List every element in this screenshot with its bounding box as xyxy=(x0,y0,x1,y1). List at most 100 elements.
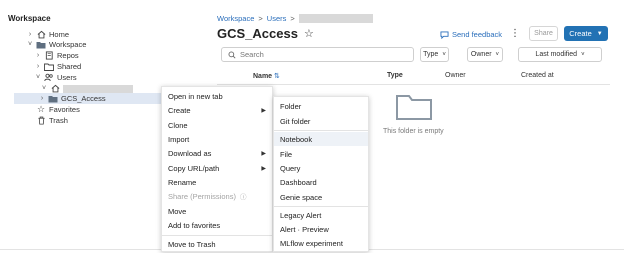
favorite-star-icon[interactable]: ☆ xyxy=(304,27,314,40)
sidebar-item-favorites[interactable]: ☆ Favorites xyxy=(26,104,80,115)
chevron-down-icon: ˅ xyxy=(442,51,446,58)
sidebar-item-label: Workspace xyxy=(49,40,87,49)
create-button[interactable]: Create ▼ xyxy=(564,26,608,41)
menu-item-share-permissions: Share (Permissions) ⓘ xyxy=(168,191,247,202)
sidebar-item-shared[interactable]: › Shared xyxy=(34,61,81,72)
submenu-item-genie-space[interactable]: Genie space xyxy=(274,190,368,204)
submenu-item-alert-preview[interactable]: Alert · Preview xyxy=(274,222,368,236)
menu-item-open-new-tab[interactable]: Open in new tab xyxy=(162,89,272,103)
send-feedback-label: Send feedback xyxy=(452,30,503,39)
empty-folder-message: This folder is empty xyxy=(383,128,444,135)
sidebar-title: Workspace xyxy=(8,14,51,23)
submenu-item-file[interactable]: File xyxy=(274,147,368,161)
chevron-down-icon: ˅ xyxy=(581,51,585,58)
chevron-right-icon[interactable]: › xyxy=(26,31,34,38)
column-header-created-at: Created at xyxy=(521,72,554,79)
context-menu: Open in new tab Create ▶ Clone Import Dow… xyxy=(161,86,273,252)
table-header-divider xyxy=(217,84,610,85)
create-submenu: Folder Git folder Notebook File Query Da… xyxy=(273,96,369,252)
folder-icon xyxy=(36,40,46,49)
menu-item-import[interactable]: Import xyxy=(162,132,272,146)
menu-divider xyxy=(274,130,368,131)
kebab-menu-icon[interactable]: ⋮ xyxy=(510,28,520,39)
menu-item-create[interactable]: Create ▶ xyxy=(162,103,272,117)
menu-item-move[interactable]: Move xyxy=(162,204,272,218)
breadcrumb-separator: > xyxy=(258,14,263,23)
chevron-right-icon[interactable]: › xyxy=(34,63,42,70)
sidebar-item-label: Favorites xyxy=(49,105,80,114)
menu-divider xyxy=(274,206,368,207)
chat-bubble-icon xyxy=(440,30,449,39)
breadcrumb-redacted-user[interactable] xyxy=(298,14,373,23)
chevron-right-icon[interactable]: › xyxy=(38,95,46,102)
sort-icon: ⇅ xyxy=(274,73,280,80)
users-icon xyxy=(44,73,54,82)
sidebar-item-repos[interactable]: › Repos xyxy=(34,50,79,61)
column-header-owner: Owner xyxy=(445,72,466,79)
chevron-right-icon[interactable]: › xyxy=(34,52,42,59)
sidebar-item-label: Users xyxy=(57,73,77,82)
breadcrumb-users[interactable]: Users xyxy=(267,14,287,23)
redacted-username xyxy=(63,84,133,93)
info-icon: ⓘ xyxy=(239,194,247,201)
column-header-name[interactable]: Name ⇅ xyxy=(253,72,280,80)
sidebar-item-label: Home xyxy=(49,30,70,39)
type-filter-label: Type xyxy=(423,51,439,58)
create-button-label: Create xyxy=(569,29,592,38)
send-feedback-link[interactable]: Send feedback xyxy=(440,30,502,39)
chevron-down-icon[interactable]: ˅ xyxy=(34,74,42,81)
submenu-item-git-folder[interactable]: Git folder xyxy=(274,114,368,128)
menu-item-move-to-trash[interactable]: Move to Trash xyxy=(162,237,272,251)
submenu-item-folder[interactable]: Folder xyxy=(274,99,368,113)
share-button[interactable]: Share xyxy=(529,26,558,41)
star-icon: ☆ xyxy=(36,104,46,114)
page-title: GCS_Access ☆ xyxy=(217,26,314,41)
column-header-type: Type xyxy=(387,72,403,79)
breadcrumb-workspace[interactable]: Workspace xyxy=(217,14,254,23)
repo-icon xyxy=(44,51,54,60)
chevron-down-icon: ˅ xyxy=(495,51,500,58)
sort-dropdown[interactable]: Last modified ˅ xyxy=(518,47,602,62)
type-filter-dropdown[interactable]: Type ˅ xyxy=(420,47,449,62)
sidebar-item-workspace[interactable]: ˅ Workspace xyxy=(26,39,86,50)
folder-icon xyxy=(48,94,58,103)
sidebar-item-trash[interactable]: Trash xyxy=(26,115,68,126)
submenu-item-dashboard[interactable]: Dashboard xyxy=(274,175,368,189)
submenu-item-legacy-alert[interactable]: Legacy Alert xyxy=(274,208,368,222)
search-input[interactable]: Search xyxy=(221,47,414,62)
chevron-right-icon: ▶ xyxy=(261,165,266,172)
search-placeholder: Search xyxy=(240,50,264,59)
shared-folder-icon xyxy=(44,62,54,71)
user-home-icon xyxy=(50,84,60,93)
search-icon xyxy=(228,51,236,59)
sidebar-item-label: Shared xyxy=(57,62,82,71)
sidebar-item-label: GCS_Access xyxy=(61,94,106,103)
menu-item-rename[interactable]: Rename xyxy=(162,175,272,189)
breadcrumb-separator: > xyxy=(290,14,295,23)
empty-folder-icon xyxy=(396,95,432,120)
submenu-item-mlflow-experiment[interactable]: MLflow experiment xyxy=(274,236,368,250)
chevron-down-icon[interactable]: ˅ xyxy=(26,41,34,48)
menu-item-download-as[interactable]: Download as ▶ xyxy=(162,146,272,160)
sort-label: Last modified xyxy=(535,51,578,58)
trash-icon xyxy=(36,116,46,125)
menu-item-add-to-favorites[interactable]: Add to favorites xyxy=(162,218,272,232)
submenu-item-query[interactable]: Query xyxy=(274,161,368,175)
menu-item-copy-url-path[interactable]: Copy URL/path ▶ xyxy=(162,161,272,175)
chevron-down-icon: ▼ xyxy=(596,30,603,37)
chevron-down-icon[interactable]: ˅ xyxy=(40,85,48,92)
sidebar-item-users[interactable]: ˅ Users xyxy=(34,72,77,83)
home-icon xyxy=(36,30,46,39)
breadcrumb: Workspace > Users > xyxy=(217,14,373,23)
menu-item-clone[interactable]: Clone xyxy=(162,118,272,132)
owner-filter-dropdown[interactable]: Owner ˅ xyxy=(467,47,503,62)
page-title-text: GCS_Access xyxy=(217,26,298,41)
submenu-item-notebook[interactable]: Notebook xyxy=(274,132,368,146)
sidebar-item-label: Repos xyxy=(57,51,79,60)
chevron-right-icon: ▶ xyxy=(261,107,266,114)
menu-divider xyxy=(162,235,272,236)
share-button-label: Share xyxy=(534,30,553,37)
owner-filter-label: Owner xyxy=(470,51,492,58)
sidebar-item-label: Trash xyxy=(49,116,68,125)
sidebar-item-gcs-access[interactable]: › GCS_Access xyxy=(14,93,164,104)
